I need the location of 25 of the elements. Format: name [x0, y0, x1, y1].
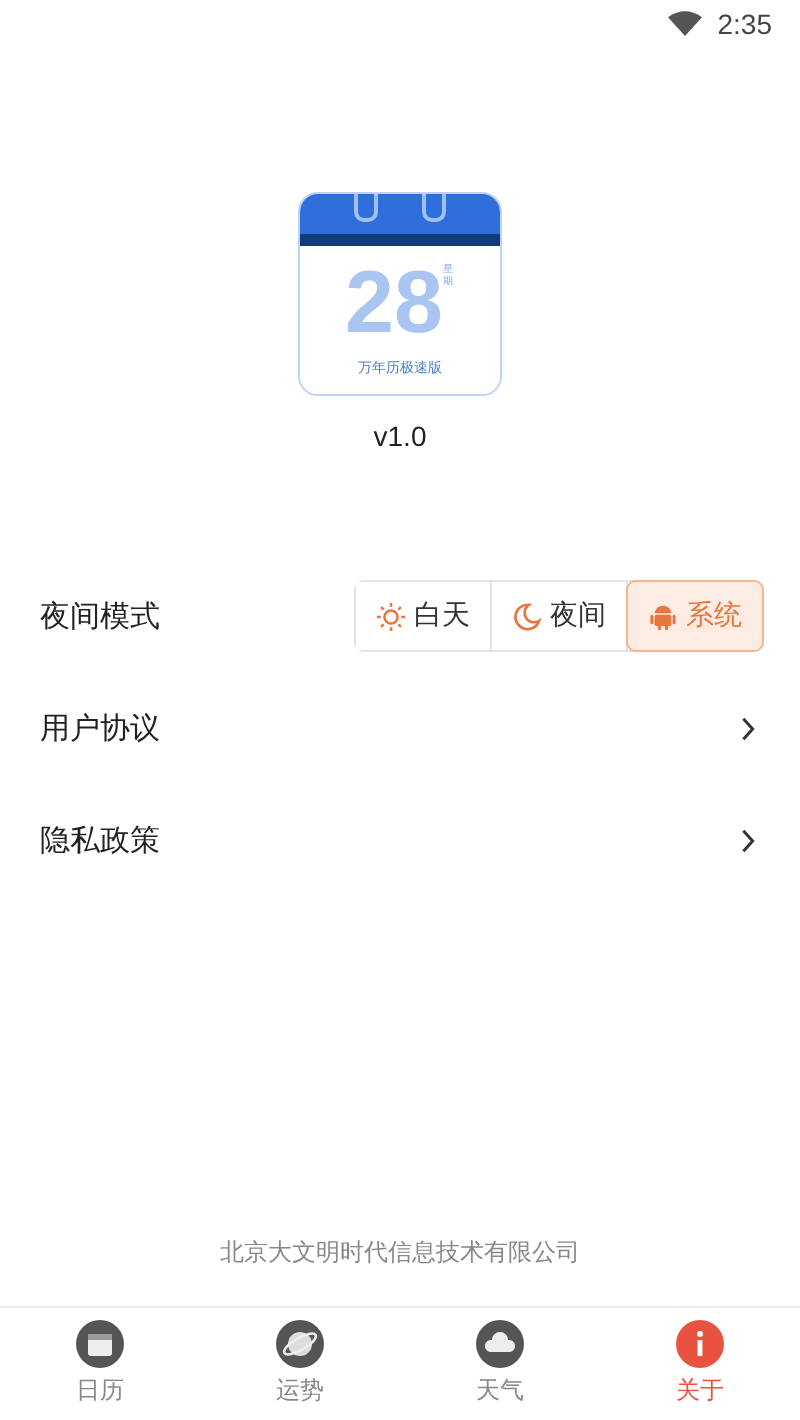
sun-icon — [376, 601, 406, 631]
calendar-icon — [76, 1320, 124, 1368]
moon-icon — [512, 601, 542, 631]
wifi-icon — [667, 10, 702, 38]
setting-label: 用户协议 — [40, 709, 160, 747]
tab-item[interactable]: 关于 — [600, 1308, 800, 1420]
company-name: 北京大文明时代信息技术有限公司 — [218, 1236, 582, 1270]
binder-ring — [422, 194, 446, 222]
logo-day: 28 — [345, 254, 443, 354]
info-icon — [676, 1320, 724, 1368]
mode-option[interactable]: 白天 — [356, 582, 492, 650]
setting-label: 隐私政策 — [40, 821, 160, 859]
binder-ring — [354, 194, 378, 222]
tab-item[interactable]: 日历 — [0, 1308, 200, 1420]
planet-icon — [276, 1320, 324, 1368]
version-text: v1.0 — [371, 420, 429, 452]
chevron-right-icon[interactable] — [740, 827, 756, 853]
tab-item[interactable]: 天气 — [400, 1308, 600, 1420]
mode-option[interactable]: 系统 — [628, 582, 762, 650]
android-icon — [648, 601, 678, 631]
status-time: 2:35 — [717, 8, 772, 40]
setting-label: 夜间模式 — [40, 597, 160, 635]
tab-item[interactable]: 运势 — [200, 1308, 400, 1420]
cloud-icon — [476, 1320, 524, 1368]
chevron-right-icon[interactable] — [740, 715, 756, 741]
